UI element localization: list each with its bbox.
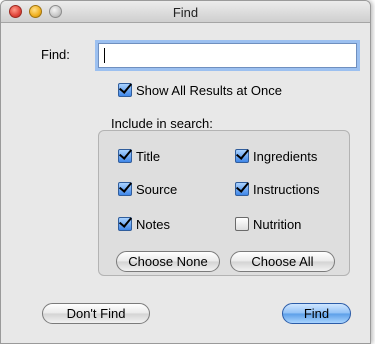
- show-all-results-checkbox[interactable]: Show All Results at Once: [118, 81, 282, 99]
- checkbox-box[interactable]: [118, 182, 132, 196]
- option-nutrition-checkbox[interactable]: Nutrition: [235, 215, 301, 233]
- show-all-results-label: Show All Results at Once: [136, 82, 282, 98]
- option-source-label: Source: [136, 181, 178, 197]
- checkbox-box[interactable]: [118, 217, 132, 231]
- choose-all-button[interactable]: Choose All: [230, 251, 335, 272]
- find-dialog-window: Find Find: Show All Results at Once Incl…: [0, 0, 371, 344]
- text-caret: [104, 48, 105, 63]
- option-ingredients-label: Ingredients: [253, 148, 318, 164]
- checkbox-box[interactable]: [235, 149, 249, 163]
- option-title-label: Title: [136, 148, 161, 164]
- option-notes-checkbox[interactable]: Notes: [118, 215, 170, 233]
- find-input[interactable]: [98, 43, 357, 68]
- option-ingredients-checkbox[interactable]: Ingredients: [235, 147, 317, 165]
- checkbox-box[interactable]: [235, 217, 249, 231]
- window-title: Find: [172, 5, 199, 20]
- include-in-search-heading: Include in search:: [111, 116, 213, 131]
- option-nutrition-label: Nutrition: [253, 216, 302, 232]
- title-bar: Find: [1, 1, 370, 23]
- find-button[interactable]: Find: [282, 303, 351, 324]
- choose-none-button[interactable]: Choose None: [116, 251, 220, 272]
- find-label: Find:: [41, 47, 70, 62]
- dont-find-button[interactable]: Don't Find: [42, 303, 150, 324]
- option-notes-label: Notes: [136, 216, 170, 232]
- checkbox-box[interactable]: [118, 149, 132, 163]
- option-title-checkbox[interactable]: Title: [118, 147, 160, 165]
- option-instructions-label: Instructions: [253, 181, 320, 197]
- option-instructions-checkbox[interactable]: Instructions: [235, 180, 319, 198]
- checkbox-box[interactable]: [235, 182, 249, 196]
- option-source-checkbox[interactable]: Source: [118, 180, 177, 198]
- checkbox-box[interactable]: [118, 83, 132, 97]
